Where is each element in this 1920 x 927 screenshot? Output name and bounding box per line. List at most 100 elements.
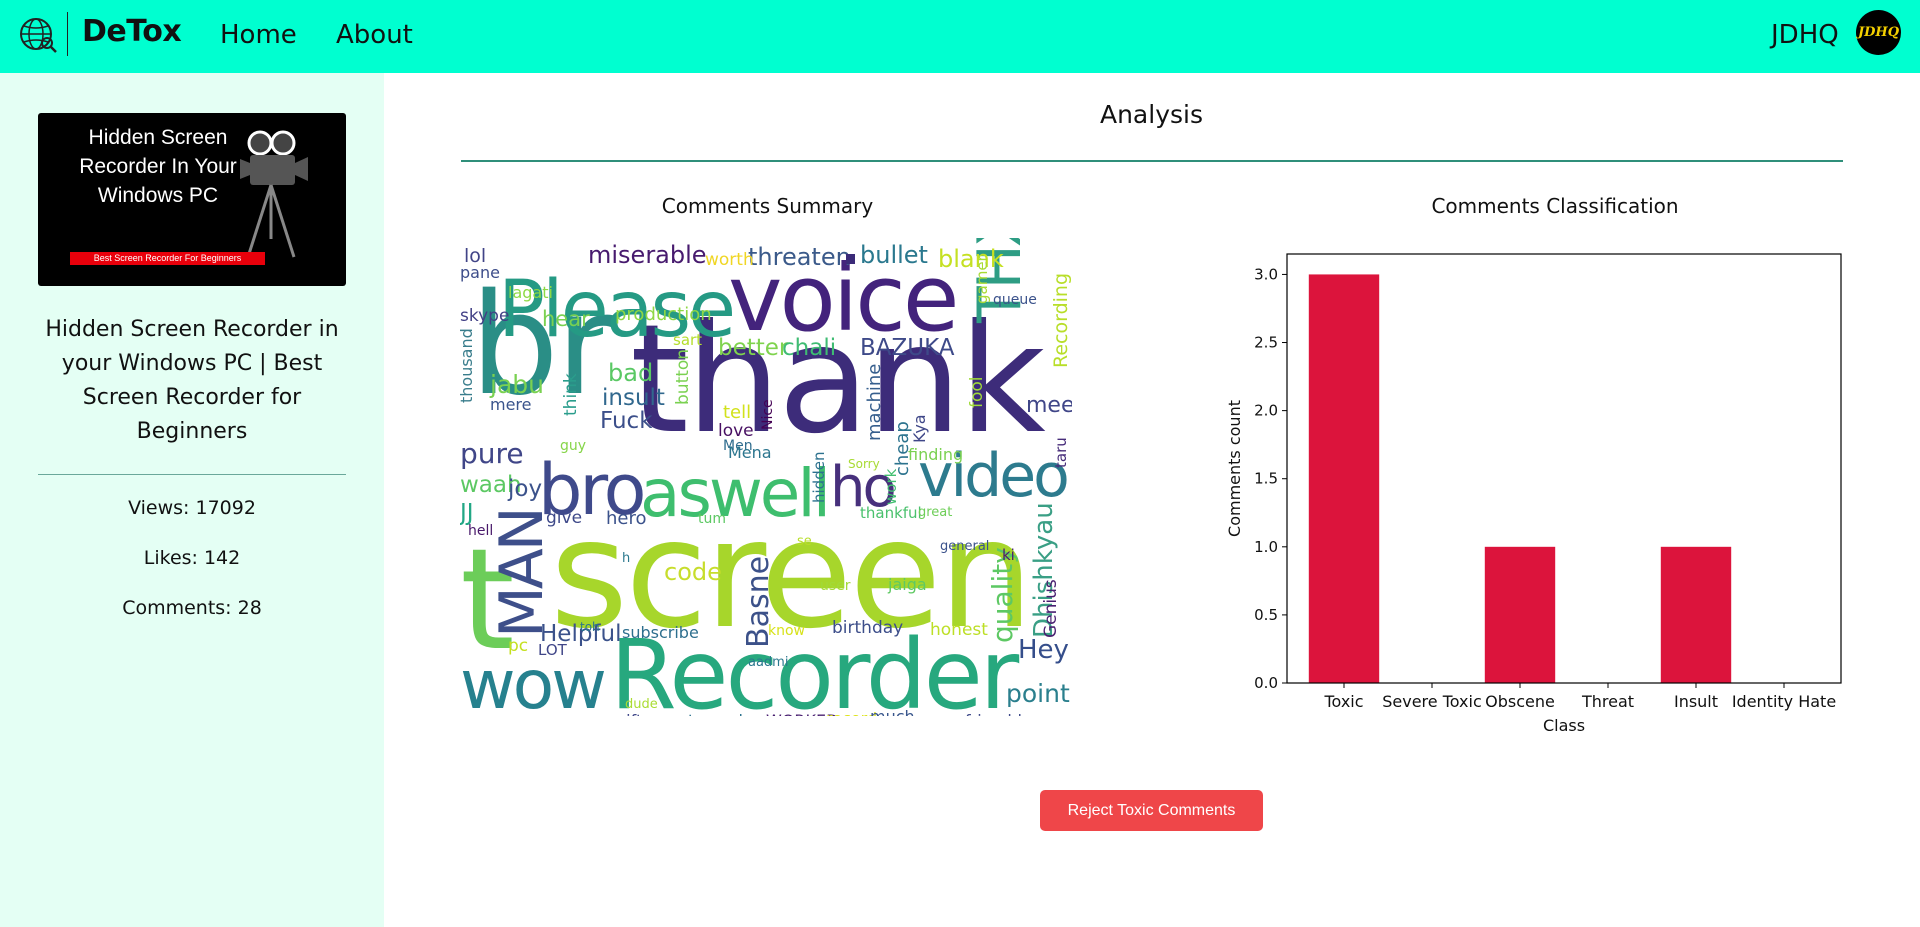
- word-cloud-word: subscribe: [622, 623, 699, 642]
- word-cloud-word: MAN: [487, 509, 557, 638]
- top-navbar: DeTox Home About JDHQ JDHQ: [0, 0, 1920, 73]
- globe-logo-icon[interactable]: [18, 14, 58, 54]
- word-cloud-word: birthday: [832, 618, 903, 638]
- y-tick-label: 2.0: [1254, 402, 1278, 420]
- x-tick-label: Severe Toxic: [1382, 692, 1482, 711]
- word-cloud-word: gamer: [973, 254, 991, 304]
- word-cloud-word: hidden: [810, 452, 828, 503]
- word-cloud-word: much: [870, 707, 915, 716]
- avatar[interactable]: JDHQ: [1856, 10, 1901, 55]
- word-cloud-word: BAZUKA: [860, 335, 955, 361]
- x-tick-label: Threat: [1581, 692, 1634, 711]
- sidebar-divider: [38, 474, 346, 475]
- nav-home-link[interactable]: Home: [220, 20, 297, 50]
- word-cloud-word: dude: [625, 697, 658, 712]
- word-cloud-word: hell: [468, 523, 493, 539]
- chart-bar: [1308, 274, 1380, 683]
- word-cloud-word: Sorry: [848, 457, 880, 471]
- word-cloud-word: button: [673, 349, 693, 405]
- word-cloud-word: Genius: [1041, 579, 1061, 638]
- y-tick-label: 2.5: [1254, 334, 1278, 352]
- word-cloud-word: Hey: [1018, 635, 1069, 665]
- y-axis-label: Comments count: [1225, 400, 1244, 537]
- chart-bar: [1484, 546, 1556, 683]
- reject-toxic-comments-button[interactable]: Reject Toxic Comments: [1040, 790, 1263, 831]
- chart-bar: [1660, 546, 1732, 683]
- x-tick-label: Obscene: [1485, 692, 1555, 711]
- word-cloud-word: queue: [993, 292, 1037, 308]
- word-cloud-word: wow: [460, 646, 604, 716]
- word-cloud-word: threaten: [748, 243, 851, 271]
- y-tick-label: 0.0: [1254, 674, 1278, 692]
- word-cloud-word: bullet: [860, 241, 928, 269]
- word-cloud-word: fool: [967, 376, 987, 408]
- word-cloud-word: jaiga: [887, 575, 927, 594]
- word-cloud-word: Mena: [728, 443, 772, 462]
- word-cloud-word: worth: [705, 250, 754, 270]
- camera-tripod-icon: [240, 130, 308, 258]
- thumbnail-banner: Best Screen Recorder For Beginners: [70, 252, 265, 265]
- x-tick-label: Identity Hate: [1732, 692, 1836, 711]
- word-cloud-word: LOT: [538, 641, 568, 659]
- y-tick-label: 0.5: [1254, 606, 1278, 624]
- word-cloud-word: aswell: [640, 455, 828, 532]
- username[interactable]: JDHQ: [1771, 20, 1839, 50]
- word-cloud-word: zoom: [912, 714, 950, 716]
- word-cloud-word: better: [718, 335, 789, 361]
- word-cloud-word: guy: [560, 438, 586, 454]
- brand-name[interactable]: DeTox: [82, 14, 182, 49]
- word-cloud-word: point: [1006, 679, 1070, 708]
- logo-divider: [67, 12, 68, 56]
- word-cloud-word: tum: [698, 511, 726, 527]
- word-cloud-word: meetings: [1026, 393, 1072, 418]
- nav-about-link[interactable]: About: [336, 20, 413, 50]
- word-cloud-word: know: [768, 623, 805, 639]
- comments-word-cloud: br thankvoicescreenRecorderPleasebroaswel…: [460, 238, 1072, 716]
- word-cloud-word: tell: [723, 402, 751, 423]
- word-cloud-word: Kya: [910, 414, 929, 443]
- y-tick-label: 1.5: [1254, 470, 1278, 488]
- analysis-divider: [461, 160, 1843, 162]
- word-cloud-word: machine: [864, 364, 885, 441]
- word-cloud-word: pure: [460, 437, 524, 470]
- word-cloud-word: hero: [606, 508, 647, 529]
- word-cloud-word: general: [940, 539, 989, 554]
- word-cloud-word: bad: [608, 359, 653, 387]
- x-axis-label: Class: [1543, 716, 1585, 735]
- word-cloud-word: gift: [616, 711, 642, 716]
- word-cloud-word: Recording: [1050, 273, 1072, 368]
- x-tick-label: Insult: [1674, 692, 1718, 711]
- word-cloud-word: aadmi: [748, 655, 788, 670]
- word-cloud-word: code: [664, 558, 722, 586]
- word-cloud-word: ki: [1002, 546, 1015, 564]
- y-tick-label: 3.0: [1254, 265, 1278, 283]
- comments-classification-title: Comments Classification: [1431, 194, 1679, 218]
- video-sidebar: Hidden Screen Recorder In Your Windows P…: [0, 73, 384, 927]
- word-cloud-word: thousand: [460, 328, 476, 403]
- thumbnail-title: Hidden Screen Recorder In Your Windows P…: [79, 126, 237, 207]
- likes-count: Likes: 142: [143, 547, 241, 569]
- word-cloud-word: give: [546, 508, 582, 528]
- word-cloud-word: joy: [507, 476, 542, 502]
- word-cloud-word: se: [797, 534, 812, 549]
- word-cloud-word: chali: [782, 335, 836, 361]
- word-cloud-word: h: [622, 551, 630, 566]
- word-cloud-word: friendd: [965, 711, 1022, 716]
- word-cloud-word: miserable: [588, 241, 707, 269]
- word-cloud-word: taru: [1052, 437, 1070, 468]
- word-cloud-word: production: [615, 304, 712, 325]
- word-cloud-word: think: [561, 373, 581, 416]
- y-tick-label: 1.0: [1254, 538, 1278, 556]
- word-cloud-word: Fuck: [600, 408, 653, 434]
- word-cloud-word: hear: [542, 307, 590, 331]
- word-cloud-word: pane: [460, 263, 500, 282]
- word-cloud-word: Nice: [760, 399, 776, 430]
- word-cloud-word: tusands: [688, 711, 751, 716]
- video-thumbnail[interactable]: Hidden Screen Recorder In Your Windows P…: [38, 113, 346, 286]
- views-count: Views: 17092: [128, 497, 256, 519]
- word-cloud-word: finding: [908, 445, 963, 464]
- video-title: Hidden Screen Recorder in your Windows P…: [45, 317, 339, 444]
- word-cloud-word: mere: [490, 395, 532, 414]
- word-cloud-word: thankful: [860, 504, 922, 522]
- analysis-heading: Analysis: [1099, 100, 1203, 129]
